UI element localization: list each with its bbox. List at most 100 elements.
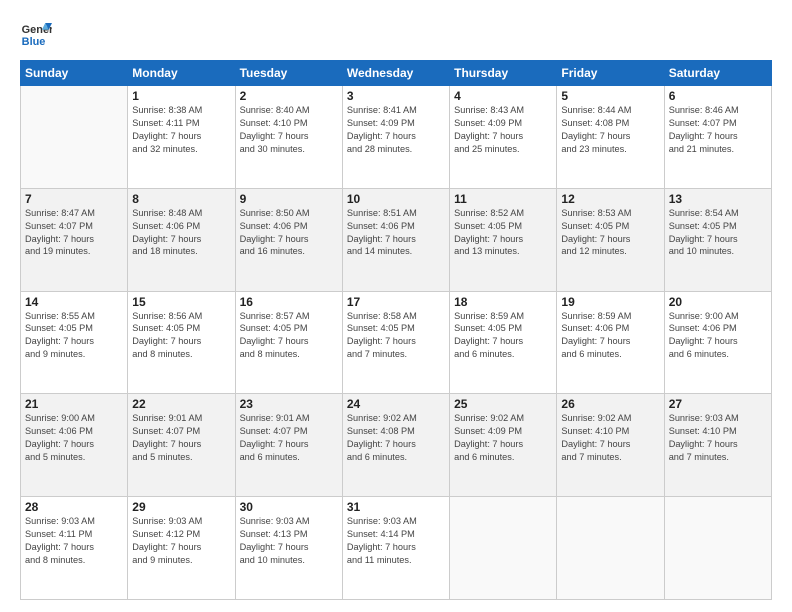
calendar-cell [21,86,128,189]
day-info: Sunrise: 9:00 AM Sunset: 4:06 PM Dayligh… [25,412,123,464]
calendar-page: General Blue SundayMondayTuesdayWednesda… [0,0,792,612]
day-info: Sunrise: 9:02 AM Sunset: 4:10 PM Dayligh… [561,412,659,464]
calendar-cell: 22Sunrise: 9:01 AM Sunset: 4:07 PM Dayli… [128,394,235,497]
svg-text:Blue: Blue [22,36,46,48]
week-row-5: 28Sunrise: 9:03 AM Sunset: 4:11 PM Dayli… [21,497,772,600]
day-number: 5 [561,89,659,103]
calendar-cell: 12Sunrise: 8:53 AM Sunset: 4:05 PM Dayli… [557,188,664,291]
calendar-cell: 17Sunrise: 8:58 AM Sunset: 4:05 PM Dayli… [342,291,449,394]
day-number: 6 [669,89,767,103]
day-info: Sunrise: 9:01 AM Sunset: 4:07 PM Dayligh… [240,412,338,464]
week-row-1: 1Sunrise: 8:38 AM Sunset: 4:11 PM Daylig… [21,86,772,189]
weekday-header-saturday: Saturday [664,61,771,86]
calendar-cell [664,497,771,600]
day-number: 3 [347,89,445,103]
day-info: Sunrise: 8:59 AM Sunset: 4:05 PM Dayligh… [454,310,552,362]
day-info: Sunrise: 8:50 AM Sunset: 4:06 PM Dayligh… [240,207,338,259]
page-header: General Blue [20,18,772,50]
day-info: Sunrise: 8:47 AM Sunset: 4:07 PM Dayligh… [25,207,123,259]
calendar-cell: 10Sunrise: 8:51 AM Sunset: 4:06 PM Dayli… [342,188,449,291]
day-info: Sunrise: 8:56 AM Sunset: 4:05 PM Dayligh… [132,310,230,362]
day-number: 13 [669,192,767,206]
calendar-cell: 27Sunrise: 9:03 AM Sunset: 4:10 PM Dayli… [664,394,771,497]
calendar-cell: 3Sunrise: 8:41 AM Sunset: 4:09 PM Daylig… [342,86,449,189]
day-number: 30 [240,500,338,514]
day-info: Sunrise: 8:59 AM Sunset: 4:06 PM Dayligh… [561,310,659,362]
day-info: Sunrise: 8:55 AM Sunset: 4:05 PM Dayligh… [25,310,123,362]
calendar-cell: 9Sunrise: 8:50 AM Sunset: 4:06 PM Daylig… [235,188,342,291]
day-info: Sunrise: 9:03 AM Sunset: 4:11 PM Dayligh… [25,515,123,567]
calendar-cell [450,497,557,600]
calendar-cell: 14Sunrise: 8:55 AM Sunset: 4:05 PM Dayli… [21,291,128,394]
day-info: Sunrise: 8:52 AM Sunset: 4:05 PM Dayligh… [454,207,552,259]
day-info: Sunrise: 9:00 AM Sunset: 4:06 PM Dayligh… [669,310,767,362]
day-number: 7 [25,192,123,206]
day-number: 26 [561,397,659,411]
weekday-header-friday: Friday [557,61,664,86]
day-number: 16 [240,295,338,309]
day-info: Sunrise: 8:48 AM Sunset: 4:06 PM Dayligh… [132,207,230,259]
day-number: 1 [132,89,230,103]
weekday-header-wednesday: Wednesday [342,61,449,86]
day-number: 20 [669,295,767,309]
day-number: 4 [454,89,552,103]
day-number: 25 [454,397,552,411]
day-number: 15 [132,295,230,309]
weekday-header-thursday: Thursday [450,61,557,86]
calendar-cell: 2Sunrise: 8:40 AM Sunset: 4:10 PM Daylig… [235,86,342,189]
day-number: 8 [132,192,230,206]
calendar-cell: 26Sunrise: 9:02 AM Sunset: 4:10 PM Dayli… [557,394,664,497]
day-info: Sunrise: 9:01 AM Sunset: 4:07 PM Dayligh… [132,412,230,464]
day-info: Sunrise: 9:03 AM Sunset: 4:10 PM Dayligh… [669,412,767,464]
calendar-table: SundayMondayTuesdayWednesdayThursdayFrid… [20,60,772,600]
logo: General Blue [20,18,52,50]
day-number: 11 [454,192,552,206]
day-number: 22 [132,397,230,411]
day-number: 19 [561,295,659,309]
day-info: Sunrise: 8:40 AM Sunset: 4:10 PM Dayligh… [240,104,338,156]
day-number: 12 [561,192,659,206]
calendar-cell: 19Sunrise: 8:59 AM Sunset: 4:06 PM Dayli… [557,291,664,394]
calendar-cell: 31Sunrise: 9:03 AM Sunset: 4:14 PM Dayli… [342,497,449,600]
weekday-header-row: SundayMondayTuesdayWednesdayThursdayFrid… [21,61,772,86]
day-number: 14 [25,295,123,309]
day-number: 21 [25,397,123,411]
calendar-cell: 29Sunrise: 9:03 AM Sunset: 4:12 PM Dayli… [128,497,235,600]
calendar-cell: 6Sunrise: 8:46 AM Sunset: 4:07 PM Daylig… [664,86,771,189]
calendar-cell: 28Sunrise: 9:03 AM Sunset: 4:11 PM Dayli… [21,497,128,600]
day-info: Sunrise: 8:46 AM Sunset: 4:07 PM Dayligh… [669,104,767,156]
week-row-3: 14Sunrise: 8:55 AM Sunset: 4:05 PM Dayli… [21,291,772,394]
day-info: Sunrise: 8:44 AM Sunset: 4:08 PM Dayligh… [561,104,659,156]
day-number: 2 [240,89,338,103]
weekday-header-monday: Monday [128,61,235,86]
calendar-cell: 18Sunrise: 8:59 AM Sunset: 4:05 PM Dayli… [450,291,557,394]
day-number: 28 [25,500,123,514]
day-info: Sunrise: 8:51 AM Sunset: 4:06 PM Dayligh… [347,207,445,259]
calendar-cell: 25Sunrise: 9:02 AM Sunset: 4:09 PM Dayli… [450,394,557,497]
day-number: 18 [454,295,552,309]
day-info: Sunrise: 8:38 AM Sunset: 4:11 PM Dayligh… [132,104,230,156]
day-number: 23 [240,397,338,411]
calendar-cell [557,497,664,600]
day-info: Sunrise: 8:43 AM Sunset: 4:09 PM Dayligh… [454,104,552,156]
calendar-cell: 1Sunrise: 8:38 AM Sunset: 4:11 PM Daylig… [128,86,235,189]
calendar-cell: 23Sunrise: 9:01 AM Sunset: 4:07 PM Dayli… [235,394,342,497]
day-info: Sunrise: 9:03 AM Sunset: 4:13 PM Dayligh… [240,515,338,567]
calendar-cell: 30Sunrise: 9:03 AM Sunset: 4:13 PM Dayli… [235,497,342,600]
day-number: 10 [347,192,445,206]
day-number: 17 [347,295,445,309]
day-info: Sunrise: 8:53 AM Sunset: 4:05 PM Dayligh… [561,207,659,259]
day-info: Sunrise: 8:54 AM Sunset: 4:05 PM Dayligh… [669,207,767,259]
logo-icon: General Blue [20,18,52,50]
calendar-cell: 8Sunrise: 8:48 AM Sunset: 4:06 PM Daylig… [128,188,235,291]
calendar-cell: 16Sunrise: 8:57 AM Sunset: 4:05 PM Dayli… [235,291,342,394]
calendar-cell: 24Sunrise: 9:02 AM Sunset: 4:08 PM Dayli… [342,394,449,497]
week-row-4: 21Sunrise: 9:00 AM Sunset: 4:06 PM Dayli… [21,394,772,497]
calendar-cell: 5Sunrise: 8:44 AM Sunset: 4:08 PM Daylig… [557,86,664,189]
day-number: 29 [132,500,230,514]
day-info: Sunrise: 9:03 AM Sunset: 4:14 PM Dayligh… [347,515,445,567]
weekday-header-tuesday: Tuesday [235,61,342,86]
day-number: 27 [669,397,767,411]
weekday-header-sunday: Sunday [21,61,128,86]
day-number: 31 [347,500,445,514]
